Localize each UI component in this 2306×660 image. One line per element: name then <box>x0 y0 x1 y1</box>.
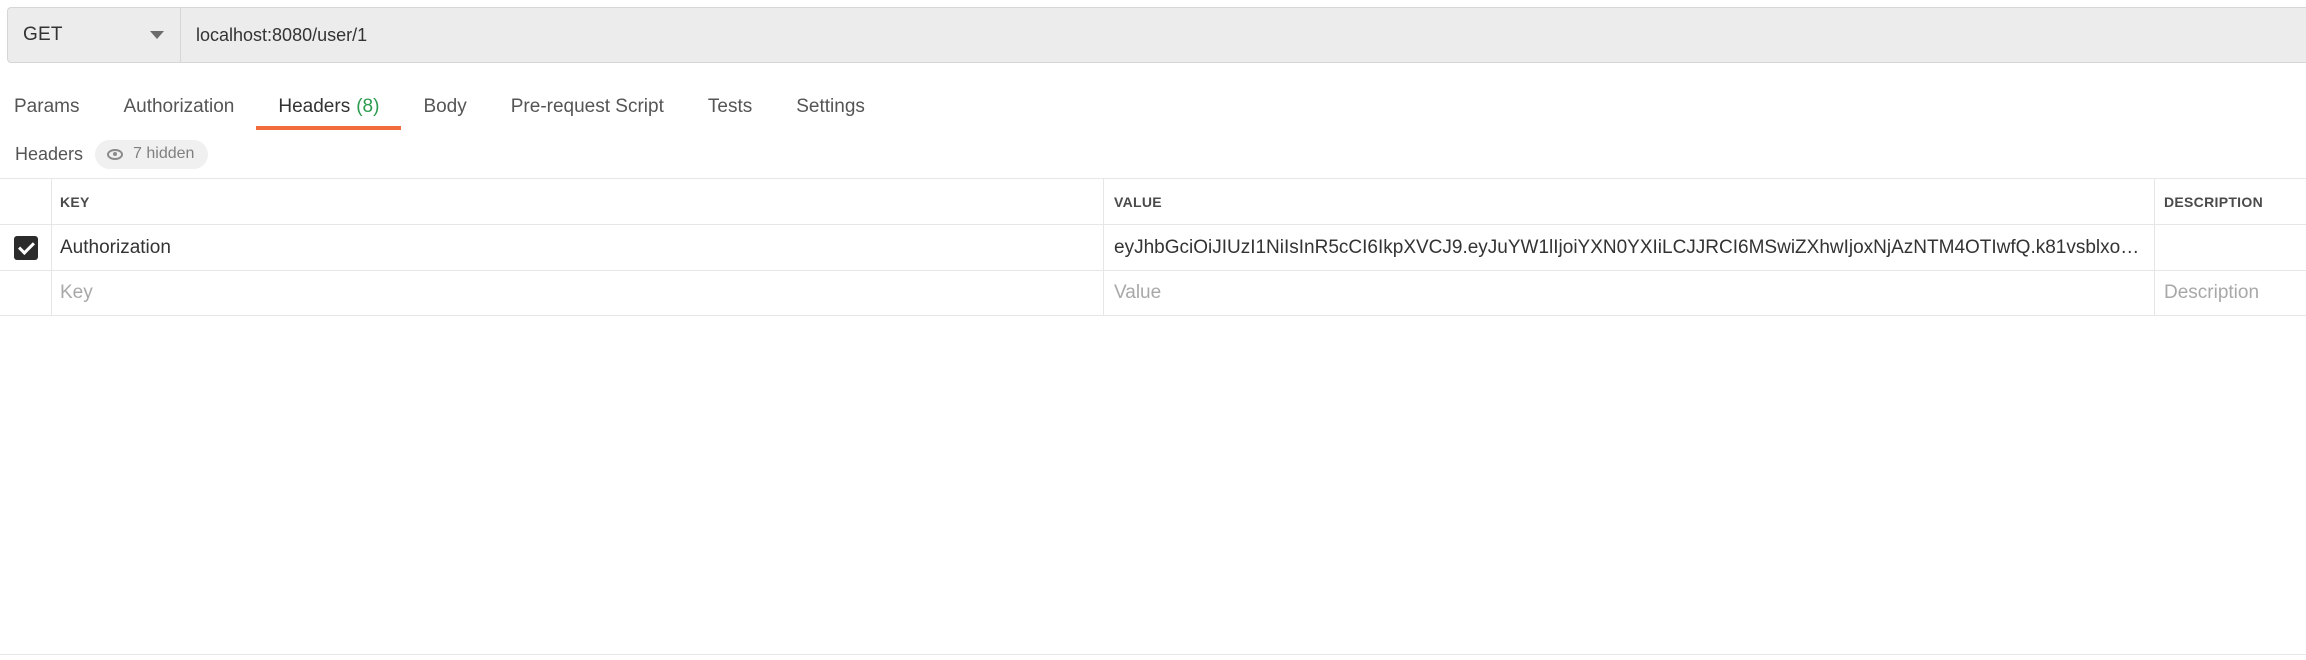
table-row-new: Key Value Description <box>0 270 2306 316</box>
tab-body-label: Body <box>423 96 467 117</box>
tab-tests-label: Tests <box>707 96 753 117</box>
method-select[interactable]: GET <box>8 8 181 62</box>
headers-count-badge: (8) <box>356 96 380 117</box>
tab-pre-request-script-label: Pre-request Script <box>510 96 664 117</box>
new-value-placeholder: Value <box>1114 282 1162 303</box>
header-value-cell[interactable]: eyJhbGciOiJIUzI1NiIsInR5cCI6IkpXVCJ9.eyJ… <box>1104 225 2155 270</box>
request-url-bar: GET <box>7 7 2306 63</box>
bottom-divider <box>0 654 2306 655</box>
headers-section-title: Headers <box>15 143 84 164</box>
new-value-cell[interactable]: Value <box>1104 271 2155 315</box>
url-input[interactable] <box>181 8 2306 62</box>
tab-authorization-label: Authorization <box>123 96 235 117</box>
table-row: Authorization eyJhbGciOiJIUzI1NiIsInR5cC… <box>0 224 2306 270</box>
header-key-cell[interactable]: Authorization <box>52 225 1104 270</box>
row-checkbox-cell <box>0 225 52 270</box>
header-key: Authorization <box>60 236 171 258</box>
chevron-down-icon <box>150 31 164 39</box>
tab-headers[interactable]: Headers (8) <box>256 88 402 130</box>
tab-headers-label: Headers <box>278 96 351 117</box>
method-label: GET <box>23 24 63 45</box>
select-column-header <box>0 179 52 224</box>
table-header-row: KEY VALUE DESCRIPTION <box>0 178 2306 224</box>
new-description-cell[interactable]: Description <box>2155 271 2306 315</box>
header-value: eyJhbGciOiJIUzI1NiIsInR5cCI6IkpXVCJ9.eyJ… <box>1114 236 2146 258</box>
tab-settings[interactable]: Settings <box>774 88 887 130</box>
key-column-header: KEY <box>52 179 1104 224</box>
new-description-placeholder: Description <box>2164 282 2260 303</box>
new-key-cell[interactable]: Key <box>52 271 1104 315</box>
new-row-checkbox-cell <box>0 271 52 315</box>
headers-subheader: Headers 7 hidden <box>15 139 209 169</box>
tab-settings-label: Settings <box>796 96 865 117</box>
header-description-cell[interactable] <box>2155 225 2306 270</box>
tab-params[interactable]: Params <box>0 88 101 130</box>
eye-icon <box>107 148 124 160</box>
headers-table: KEY VALUE DESCRIPTION Authorization eyJh… <box>0 178 2306 316</box>
tab-pre-request-script[interactable]: Pre-request Script <box>489 88 686 130</box>
value-column-header: VALUE <box>1104 179 2155 224</box>
tab-body[interactable]: Body <box>401 88 488 130</box>
header-enabled-checkbox[interactable] <box>13 235 38 260</box>
tab-params-label: Params <box>14 96 80 117</box>
hidden-headers-label: 7 hidden <box>133 145 195 162</box>
description-column-header: DESCRIPTION <box>2164 193 2263 210</box>
tab-tests[interactable]: Tests <box>686 88 774 130</box>
request-tabs: Params Authorization Headers (8) Body Pre… <box>0 88 887 130</box>
tab-authorization[interactable]: Authorization <box>101 88 256 130</box>
hidden-headers-toggle[interactable]: 7 hidden <box>95 139 209 169</box>
new-key-placeholder: Key <box>60 282 93 303</box>
